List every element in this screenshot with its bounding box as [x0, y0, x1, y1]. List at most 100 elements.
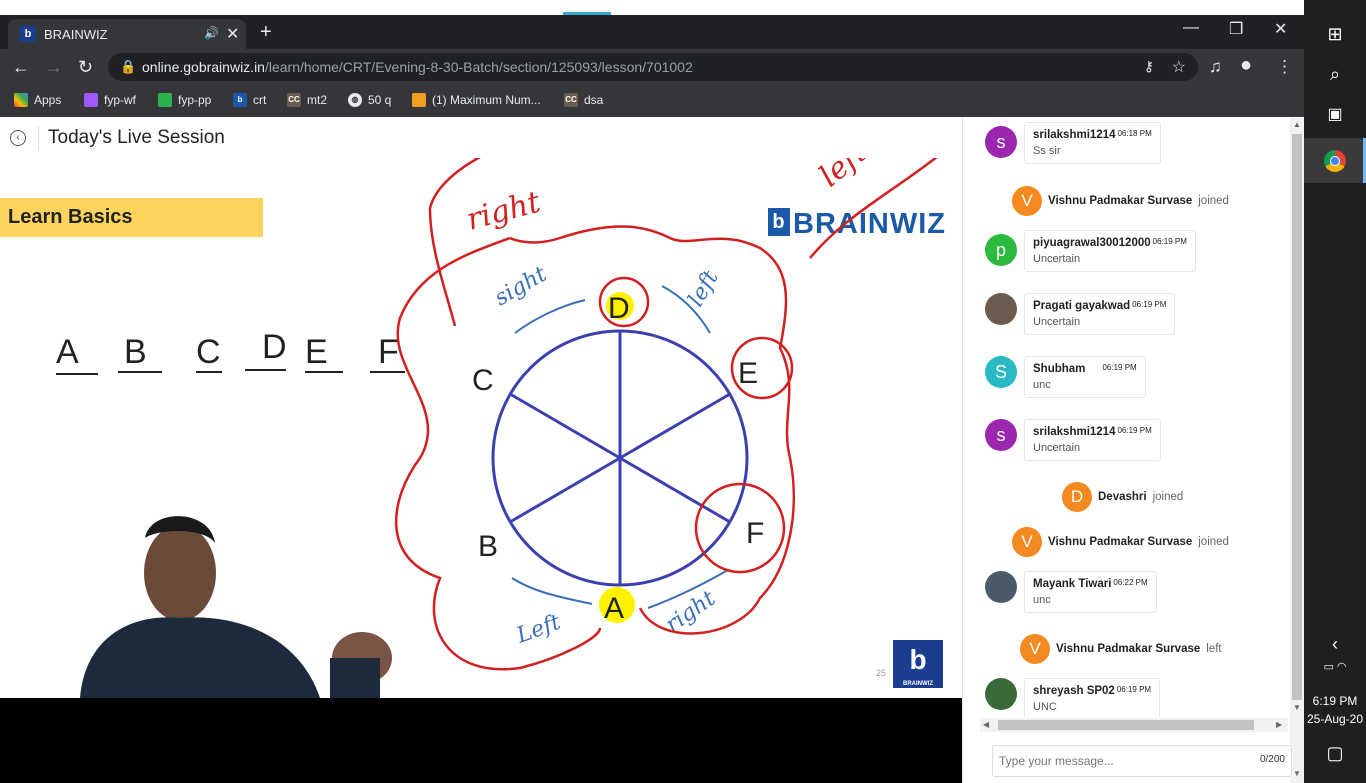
circle-label-b: B — [478, 530, 498, 563]
back-circle-icon[interactable]: ‹ — [10, 130, 26, 146]
lock-icon: 🔒 — [120, 59, 137, 74]
windows-start-icon[interactable]: ⊞ — [1304, 24, 1366, 45]
circle-label-a: A — [604, 592, 624, 625]
bookmark-50q[interactable]: ◍ 50 q — [348, 93, 391, 107]
bookmark-label: fyp-pp — [178, 93, 212, 107]
notification-icon[interactable]: ▢ — [1304, 743, 1366, 764]
close-window-icon[interactable]: ✕ — [1274, 19, 1287, 39]
circle-label-e: E — [738, 357, 758, 390]
scroll-right-icon[interactable]: ▶ — [1276, 720, 1282, 729]
clock-time[interactable]: 6:19 PM — [1304, 694, 1366, 708]
avatar: V — [1012, 527, 1042, 557]
profile-icon[interactable]: ● — [1240, 54, 1252, 77]
whiteboard-drawing: A B C D E F D E F A B C sight left Left … — [56, 158, 938, 698]
close-tab-icon[interactable]: ✕ — [226, 24, 239, 44]
bookmark-mt2[interactable]: CC mt2 — [287, 93, 327, 107]
browser-tab[interactable]: b BRAINWIZ 🔊 ✕ — [8, 19, 246, 49]
join-notice: D Devashri joined — [1062, 482, 1183, 512]
menu-kebab-icon[interactable]: ⋮ — [1276, 57, 1293, 77]
address-bar[interactable]: 🔒 online.gobrainwiz.in/learn/home/CRT/Ev… — [108, 53, 1198, 81]
chat-input-box: 0/200 — [992, 745, 1292, 777]
scrollbar-thumb[interactable] — [998, 720, 1254, 730]
bookmarks-bar: Apps fyp-wf fyp-pp b crt CC mt2 ◍ 50 q (1) … — [0, 85, 1304, 117]
url-text: online.gobrainwiz.in/learn/home/CRT/Even… — [142, 59, 693, 75]
sender-name: Shubham — [1033, 363, 1086, 375]
figma-icon — [84, 93, 98, 107]
annotation-left-red: left — [813, 158, 875, 194]
avatar: S — [985, 356, 1017, 388]
apps-grid-icon — [14, 93, 28, 107]
new-tab-icon[interactable]: + — [260, 21, 272, 44]
bookmark-star-icon[interactable]: ☆ — [1172, 57, 1186, 77]
page-scroll-down-icon[interactable]: ▼ — [1293, 769, 1301, 778]
user-name: Vishnu Padmakar Survase — [1048, 195, 1193, 207]
scroll-down-icon[interactable]: ▼ — [1293, 703, 1301, 712]
cc-icon: CC — [564, 93, 578, 107]
join-notice: V Vishnu Padmakar Survase joined — [1012, 527, 1229, 557]
bookmark-label: crt — [253, 93, 267, 107]
join-notice: V Vishnu Padmakar Survase joined — [1012, 186, 1229, 216]
user-name: Vishnu Padmakar Survase — [1056, 643, 1201, 655]
message-bubble: shreyash SP02 06:19 PM UNC — [1024, 678, 1161, 718]
restore-icon[interactable]: ❐ — [1229, 19, 1243, 39]
letter-f: F — [378, 333, 399, 371]
brainwiz-small-logo: b BRAINWIZ — [893, 640, 943, 688]
tab-title: BRAINWIZ — [44, 27, 108, 42]
scroll-left-icon[interactable]: ◀ — [983, 720, 989, 729]
message-bubble: piyuagrawal30012000 06:19 PM Uncertain — [1024, 230, 1196, 272]
sender-name: piyuagrawal30012000 — [1033, 237, 1151, 249]
forward-arrow-icon[interactable]: → — [45, 57, 63, 78]
circle-label-c: C — [472, 364, 494, 397]
scrollbar-thumb[interactable] — [1292, 134, 1302, 700]
avatar: D — [1062, 482, 1092, 512]
page-title: Today's Live Session — [48, 127, 225, 148]
message-time: 06:19 PM — [1116, 685, 1152, 694]
avatar: V — [1020, 634, 1050, 664]
key-icon[interactable]: ⚷ — [1144, 58, 1154, 75]
back-arrow-icon[interactable]: ← — [12, 57, 30, 78]
chat-message-input[interactable] — [997, 749, 1241, 773]
leave-action: left — [1206, 643, 1222, 655]
reload-icon[interactable]: ↻ — [78, 57, 93, 78]
minimize-icon[interactable]: — — [1183, 19, 1199, 37]
bookmark-label: (1) Maximum Num... — [432, 93, 541, 107]
bookmark-apps[interactable]: Apps — [14, 93, 61, 107]
chat-horizontal-scrollbar[interactable]: ◀ ▶ — [980, 718, 1288, 732]
bookmark-label: Apps — [34, 93, 62, 107]
letter-underlines — [56, 369, 405, 375]
bookmark-label: dsa — [584, 93, 604, 107]
bookmark-label: mt2 — [307, 93, 328, 107]
search-icon[interactable]: ⌕ — [1304, 64, 1366, 85]
battery-wifi-icon[interactable]: ▭ ◠ — [1304, 660, 1366, 673]
bookmark-fyp-wf[interactable]: fyp-wf — [84, 93, 136, 107]
message-time: 06:19 PM — [1117, 426, 1152, 435]
bookmark-fyp-pp[interactable]: fyp-pp — [158, 93, 211, 107]
small-logo-letter: b — [909, 644, 927, 675]
message-text: Ss sir — [1033, 145, 1061, 157]
task-view-icon[interactable]: ▣ — [1304, 104, 1366, 124]
avatar: s — [985, 419, 1017, 451]
bookmark-crt[interactable]: b crt — [233, 93, 266, 107]
leetcode-icon — [412, 93, 426, 107]
clock-date[interactable]: 25-Aug-20 — [1304, 712, 1366, 726]
sender-name: Pragati gayakwad — [1033, 300, 1131, 312]
bookmark-label: 50 q — [368, 93, 392, 107]
message-bubble: srilakshmi1214 06:19 PM Uncertain — [1024, 419, 1161, 461]
brainwiz-favicon-icon: b — [20, 26, 36, 42]
chat-vertical-scrollbar[interactable]: ▲ ▼ ▼ — [1290, 118, 1304, 783]
presenter-video — [80, 516, 392, 698]
leave-notice: V Vishnu Padmakar Survase left — [1020, 634, 1222, 664]
window-top-strip — [0, 0, 1304, 15]
scroll-up-icon[interactable]: ▲ — [1293, 120, 1301, 129]
letter-e: E — [305, 333, 328, 371]
bookmark-dsa[interactable]: CC dsa — [564, 93, 603, 107]
slide-page-number: 25 — [876, 668, 887, 678]
speaker-icon[interactable]: 🔊 — [204, 26, 219, 40]
chevron-left-icon[interactable]: ‹ — [1304, 634, 1366, 655]
url-path: /learn/home/CRT/Evening-8-30-Batch/secti… — [264, 59, 693, 75]
bookmark-label: fyp-wf — [104, 93, 137, 107]
sender-name: shreyash SP02 — [1033, 685, 1115, 697]
bookmark-maximum-num[interactable]: (1) Maximum Num... — [412, 93, 541, 107]
media-control-icon[interactable]: ♫ — [1209, 57, 1222, 77]
message-bubble: Shubham 06:19 PM unc — [1024, 356, 1146, 398]
